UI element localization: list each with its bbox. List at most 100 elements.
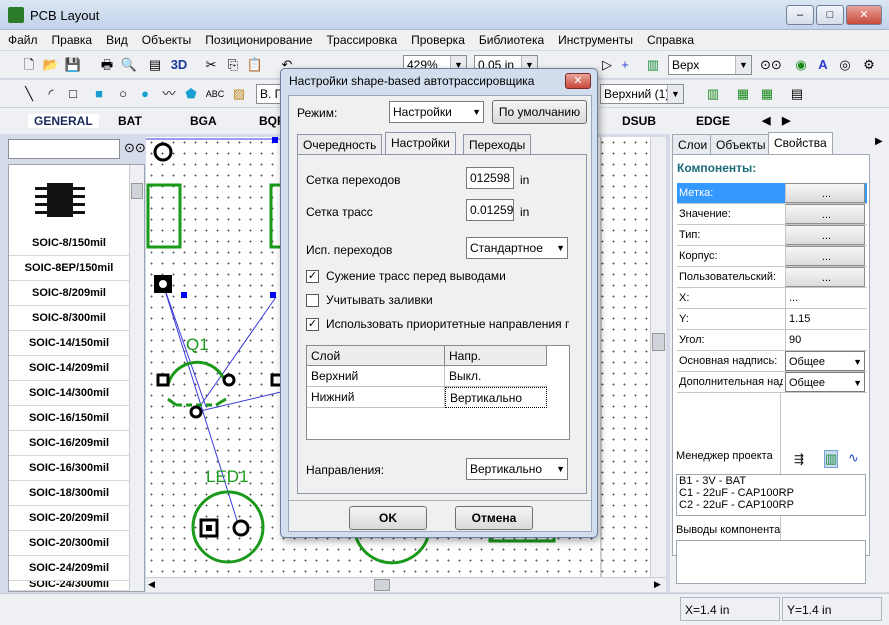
scroll-left-icon[interactable]: ◀	[148, 579, 155, 590]
lib-item[interactable]: SOIC-8/300mil	[9, 306, 129, 331]
swap-icon[interactable]: ▦	[758, 85, 776, 103]
lib-item[interactable]: SOIC-14/209mil	[9, 356, 129, 381]
image-icon[interactable]: ▨	[230, 85, 248, 103]
print-icon[interactable]: 🖶	[98, 56, 116, 74]
print-preview-icon[interactable]: 🔍	[120, 56, 138, 74]
autoroute-icon[interactable]: ▥	[704, 85, 722, 103]
prop-x[interactable]: X:...	[677, 288, 867, 309]
prop-y[interactable]: Y: 1.15	[677, 309, 867, 330]
list-item[interactable]: B1 - 3V - BAT	[679, 475, 746, 487]
neckdown-checkbox[interactable]: ✓	[306, 270, 319, 283]
font-combo[interactable]: B. Г	[256, 84, 282, 104]
tab-order[interactable]: Очередность	[297, 134, 383, 155]
gear-icon[interactable]: ⚙	[860, 56, 878, 74]
lib-item[interactable]: SOIC-16/150mil	[9, 406, 129, 431]
prop-angle[interactable]: Угол: 90	[677, 330, 867, 351]
paste-icon[interactable]: 📋	[246, 56, 264, 74]
minimize-button[interactable]: –	[786, 5, 814, 25]
lib-item[interactable]: SOIC-14/300mil	[9, 381, 129, 406]
pm-nets-icon[interactable]: ∿	[848, 450, 859, 466]
view-3d-button[interactable]: 3D	[168, 56, 190, 74]
via-grid-input[interactable]: 012598	[466, 167, 514, 189]
prop-y-value[interactable]: 1.15	[785, 309, 865, 329]
scroll-right-icon[interactable]: ▶	[875, 136, 883, 147]
side-combo[interactable]: Верхний (1) ▼	[600, 84, 684, 104]
lib-item[interactable]: SOIC-16/300mil	[9, 456, 129, 481]
menu-check[interactable]: Проверка	[403, 30, 471, 47]
binoculars-icon[interactable]: ⊙⊙	[760, 56, 782, 74]
prop-value[interactable]: Значение:...	[677, 204, 867, 225]
text-tool[interactable]: ABC	[204, 85, 226, 103]
lib-item[interactable]: SOIC-8/150mil	[9, 231, 129, 256]
route-icon[interactable]: A	[814, 56, 832, 74]
prop-type[interactable]: Тип:...	[677, 225, 867, 246]
prop-x-value[interactable]: ...	[785, 288, 865, 308]
menu-help[interactable]: Справка	[639, 30, 700, 47]
menu-edit[interactable]: Правка	[44, 30, 99, 47]
menu-routing[interactable]: Трассировка	[319, 30, 404, 47]
priority-directions-checkbox[interactable]: ✓	[306, 318, 319, 331]
lib-tab-bat[interactable]: BAT	[118, 114, 142, 128]
lib-item[interactable]: SOIC-24/209mil	[9, 556, 129, 581]
close-button[interactable]: ✕	[846, 5, 882, 25]
lib-item[interactable]: SOIC-24/300mil	[9, 581, 129, 591]
prop-main-label[interactable]: Основная надпись: Общее ▼	[677, 351, 867, 372]
prop-value-button[interactable]: ...	[785, 183, 865, 203]
dialog-close-button[interactable]: ✕	[565, 73, 591, 89]
prop-value-button[interactable]: ...	[785, 246, 865, 266]
lib-item[interactable]: SOIC-20/300mil	[9, 531, 129, 556]
arc-icon[interactable]: ◜	[42, 85, 60, 103]
table-cell[interactable]: Выкл.	[445, 366, 547, 387]
menu-objects[interactable]: Объекты	[134, 30, 198, 47]
select-icon[interactable]: ▷	[598, 56, 616, 74]
layer-combo[interactable]: Верх ▼	[668, 55, 752, 75]
save-icon[interactable]: 💾	[64, 56, 82, 74]
ok-button[interactable]: OK	[349, 506, 427, 530]
filled-rect-icon[interactable]: ■	[90, 85, 108, 103]
lib-tab-edge[interactable]: EDGE	[696, 114, 730, 128]
library-search-input[interactable]	[8, 139, 120, 159]
pm-components-icon[interactable]: ▥	[824, 450, 839, 468]
tab-scroll-right-icon[interactable]: ▶	[782, 114, 790, 127]
polygon-icon[interactable]: ⬟	[182, 85, 200, 103]
prop-value-button[interactable]: ...	[785, 267, 865, 287]
prop-extra-label[interactable]: Дополнительная надпись: Общее ▼	[677, 372, 867, 393]
mode-select[interactable]: Настройки ▼	[389, 101, 484, 123]
directions-select[interactable]: Вертикально ▼	[466, 458, 568, 480]
prop-package[interactable]: Корпус:...	[677, 246, 867, 267]
cut-icon[interactable]: ✂	[202, 56, 220, 74]
list-item[interactable]: C2 - 22uF - CAP100RP	[679, 499, 794, 511]
library-scrollbar[interactable]	[129, 165, 144, 591]
search-icon[interactable]: ⊙⊙	[124, 140, 146, 156]
tab-vias[interactable]: Переходы	[463, 134, 532, 155]
lib-item[interactable]: SOIC-8EP/150mil	[9, 256, 129, 281]
layer-icon[interactable]: ▥	[644, 56, 662, 74]
component-icon[interactable]: ▦	[734, 85, 752, 103]
open-icon[interactable]: 📂	[42, 56, 60, 74]
properties-icon[interactable]: ▤	[788, 85, 806, 103]
copy-icon[interactable]: ⎘	[224, 56, 242, 74]
tab-objects[interactable]: Объекты	[710, 134, 772, 154]
new-icon[interactable]: 🗋	[20, 56, 38, 74]
lib-tab-bga[interactable]: BGA	[190, 114, 217, 128]
circle-icon[interactable]: ○	[114, 85, 132, 103]
default-button[interactable]: По умолчанию	[492, 100, 587, 124]
line-icon[interactable]: ╲	[20, 85, 38, 103]
polyline-icon[interactable]: 〰	[160, 85, 178, 103]
table-cell[interactable]: Вертикально	[445, 387, 547, 408]
scroll-right-icon[interactable]: ▶	[654, 579, 661, 590]
main-label-combo[interactable]: Общее ▼	[785, 351, 865, 371]
prop-angle-value[interactable]: 90	[785, 330, 865, 350]
canvas-hscrollbar[interactable]: ◀ ▶	[146, 577, 666, 592]
lib-item[interactable]: SOIC-18/300mil	[9, 481, 129, 506]
prop-custom[interactable]: Пользовательский:...	[677, 267, 867, 288]
lib-item[interactable]: SOIC-8/209mil	[9, 281, 129, 306]
trace-grid-input[interactable]: 0.01259	[466, 199, 514, 221]
target-icon[interactable]: ◎	[836, 56, 854, 74]
prop-label[interactable]: Метка:...	[677, 183, 867, 204]
extra-label-combo[interactable]: Общее ▼	[785, 372, 865, 392]
pm-view-icon[interactable]: ⇶	[794, 452, 804, 466]
maximize-button[interactable]: □	[816, 5, 844, 25]
lib-tab-dsub[interactable]: DSUB	[622, 114, 656, 128]
rectangle-icon[interactable]: □	[64, 85, 82, 103]
